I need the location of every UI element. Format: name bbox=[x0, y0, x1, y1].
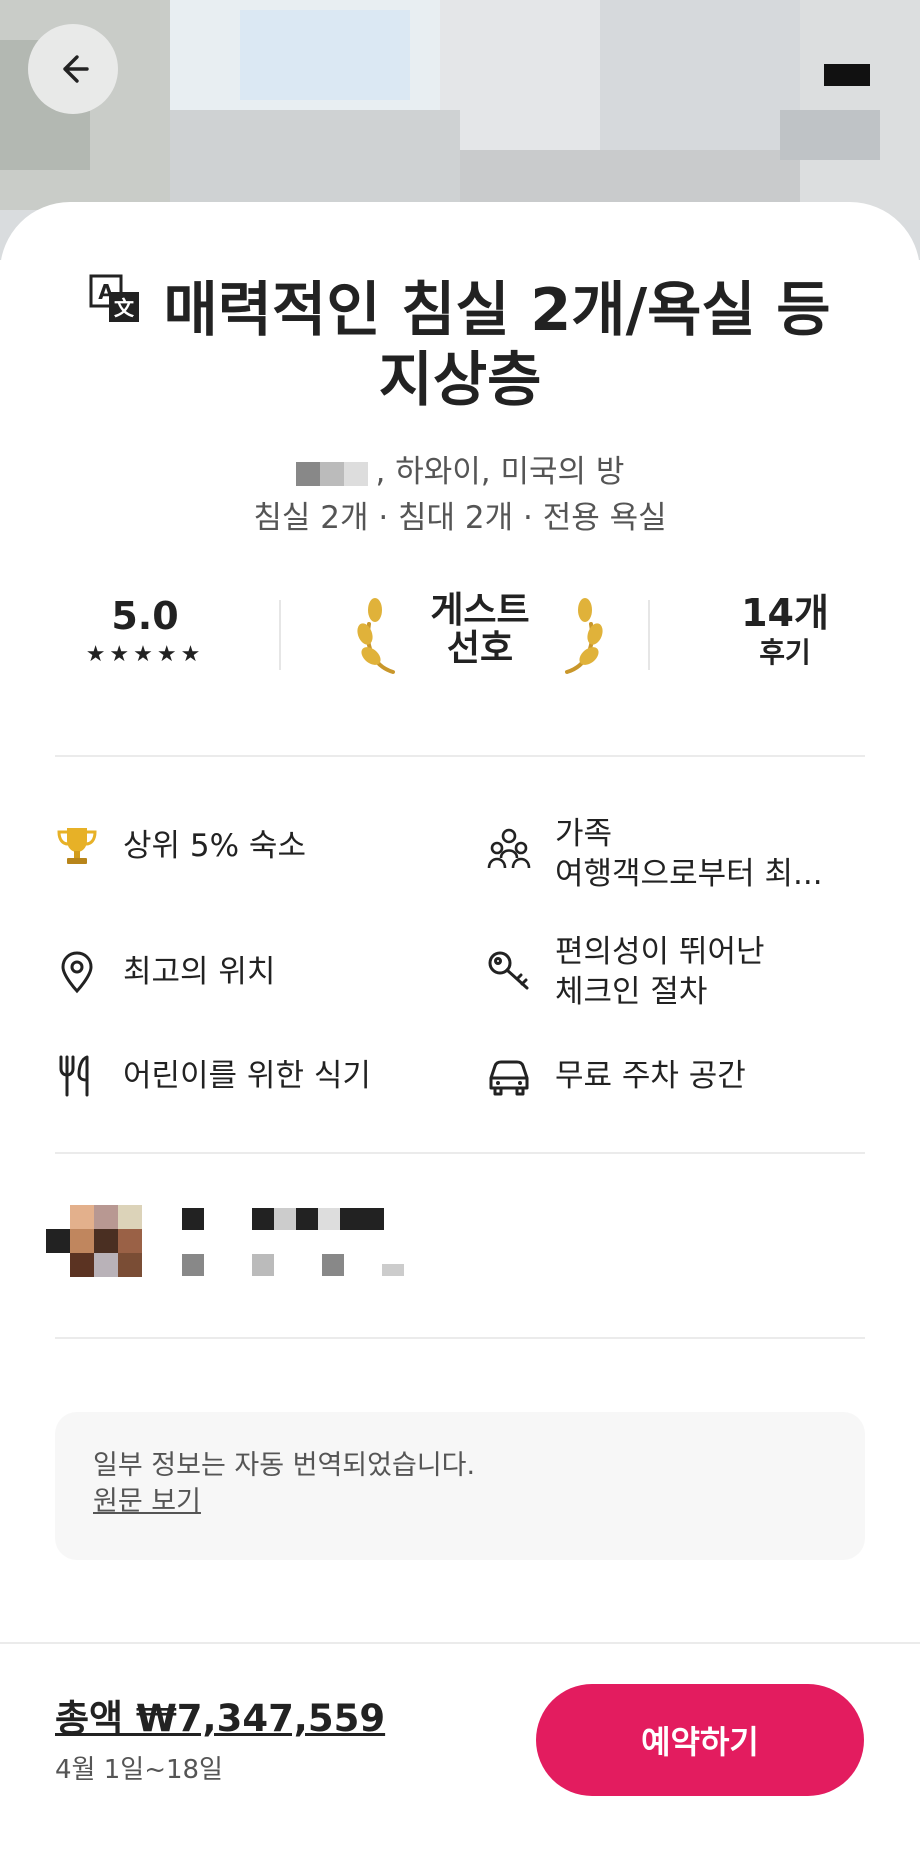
view-original-link[interactable]: 원문 보기 bbox=[93, 1484, 201, 1520]
divider bbox=[55, 1337, 865, 1339]
rating-stars: ★★★★★ bbox=[85, 642, 205, 667]
translate-icon: A 文 bbox=[89, 274, 140, 322]
arrow-left-icon bbox=[63, 55, 89, 83]
location-pin-icon bbox=[61, 951, 93, 994]
highlight-label: 어린이를 위한 식기 bbox=[123, 1058, 371, 1094]
back-button[interactable] bbox=[28, 24, 118, 114]
booking-bar: 총액 ₩7,347,559 4월 1일~18일 예약하기 bbox=[0, 1642, 920, 1850]
listing-details: 침실 2개 · 침대 2개 · 전용 욕실 bbox=[253, 500, 667, 536]
highlight-item: 어린이를 위한 식기 bbox=[55, 1054, 371, 1098]
redacted-text bbox=[319, 461, 344, 486]
utensils-icon bbox=[59, 1055, 89, 1097]
guest-favorite-line1: 게스트 bbox=[430, 590, 530, 631]
highlight-label: 최고의 위치 bbox=[123, 954, 276, 990]
svg-text:文: 文 bbox=[114, 296, 135, 320]
guest-favorite-badge: 게스트 선호 bbox=[325, 590, 635, 680]
listing-location: , 하와이, 미국의 방 bbox=[0, 448, 920, 496]
review-count: 14개 bbox=[741, 591, 829, 635]
divider bbox=[55, 755, 865, 757]
car-icon bbox=[489, 1060, 529, 1096]
rating-value: 5.0 bbox=[111, 594, 179, 638]
title-line2: 지상층 bbox=[378, 345, 542, 414]
booking-dates: 4월 1일~18일 bbox=[55, 1755, 223, 1785]
highlight-label: 가족 여행객으로부터 최... bbox=[555, 814, 823, 894]
laurel-left-icon bbox=[357, 598, 395, 674]
highlight-label: 무료 주차 공간 bbox=[555, 1058, 746, 1094]
host-avatar[interactable] bbox=[44, 1205, 142, 1299]
highlight-item: 가족 여행객으로부터 최... bbox=[487, 814, 823, 894]
laurel-right-icon bbox=[565, 598, 603, 674]
listing-title: A 文 매력적인 침실 2개/욕실 등 지상층 bbox=[0, 272, 920, 415]
divider bbox=[55, 1152, 865, 1154]
highlight-label-line1: 편의성이 뛰어난 bbox=[555, 934, 765, 970]
photo-pixel bbox=[440, 0, 600, 150]
photo-pixel bbox=[780, 110, 880, 160]
guest-favorite-label: 게스트 선호 bbox=[425, 592, 535, 668]
translation-notice-text: 일부 정보는 자동 번역되었습니다. bbox=[93, 1450, 476, 1481]
family-icon bbox=[487, 828, 531, 869]
trophy-icon bbox=[57, 828, 97, 864]
title-line1: 매력적인 침실 2개/욕실 등 bbox=[163, 275, 831, 344]
divider bbox=[279, 600, 281, 670]
photo-pixel bbox=[600, 0, 800, 170]
highlight-label: 상위 5% 숙소 bbox=[123, 828, 306, 864]
key-icon bbox=[488, 951, 529, 990]
guest-favorite-line2: 선호 bbox=[446, 628, 514, 669]
reviews-stat[interactable]: 14개 후기 bbox=[705, 590, 865, 680]
location-text: , 하와이, 미국의 방 bbox=[375, 454, 625, 490]
rating-stat: 5.0 ★★★★★ bbox=[55, 590, 235, 680]
highlight-label-line2: 여행객으로부터 최... bbox=[555, 856, 823, 892]
redacted-text bbox=[295, 461, 320, 486]
photo-counter-badge bbox=[824, 64, 870, 86]
review-label: 후기 bbox=[759, 636, 811, 669]
stats-row[interactable]: 5.0 ★★★★★ 게스트 선호 14개 후기 bbox=[55, 590, 865, 680]
highlight-label-line1: 가족 bbox=[555, 816, 613, 852]
highlight-label: 편의성이 뛰어난 체크인 절차 bbox=[555, 932, 765, 1012]
photo-pixel bbox=[240, 10, 410, 100]
highlight-item: 편의성이 뛰어난 체크인 절차 bbox=[487, 932, 765, 1012]
highlight-item: 무료 주차 공간 bbox=[487, 1054, 746, 1098]
redacted-text bbox=[343, 461, 368, 486]
total-price[interactable]: 총액 ₩7,347,559 bbox=[55, 1694, 385, 1744]
highlight-item: 상위 5% 숙소 bbox=[55, 824, 306, 868]
divider bbox=[648, 600, 650, 670]
translation-notice: 일부 정보는 자동 번역되었습니다. 원문 보기 bbox=[55, 1412, 865, 1560]
highlight-label-line2: 체크인 절차 bbox=[555, 974, 708, 1010]
reserve-button[interactable]: 예약하기 bbox=[536, 1684, 864, 1796]
highlight-item: 최고의 위치 bbox=[55, 950, 275, 994]
